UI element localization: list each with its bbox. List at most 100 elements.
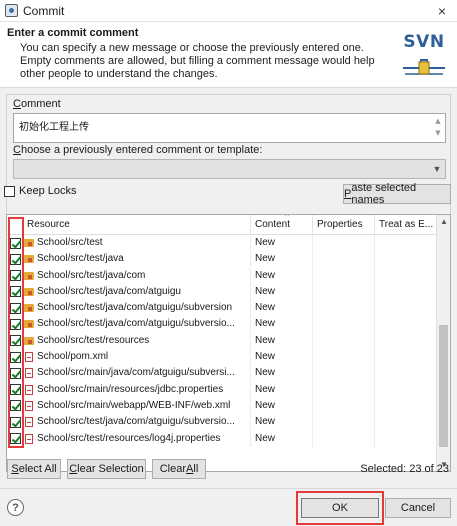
template-label: Choose a previously entered comment or t… (13, 144, 263, 156)
table-row[interactable]: School/src/main/resources/jdbc.propertie… (7, 381, 437, 398)
table-row[interactable]: School/src/test/java/com/atguigu New (7, 283, 437, 300)
row-checkbox[interactable] (10, 367, 21, 379)
clear-selection-button[interactable]: Clear Selection (67, 459, 146, 479)
resource-cell[interactable]: School/src/test/java/com/atguigu/subvers… (7, 414, 251, 431)
table-row[interactable]: School/src/test/resources New (7, 332, 437, 349)
paste-selected-names-button[interactable]: Paste selected names (343, 182, 451, 206)
resource-cell[interactable]: School/src/test (7, 235, 251, 251)
row-checkbox[interactable] (10, 286, 21, 298)
properties-cell (313, 414, 375, 431)
resource-cell[interactable]: School/src/test/java/com/atguigu (7, 283, 251, 300)
table-row[interactable]: School/src/test/java New (7, 251, 437, 268)
resource-path: School/src/main/resources/jdbc.propertie… (37, 383, 224, 395)
row-checkbox[interactable] (10, 351, 21, 363)
content-status: New (251, 316, 313, 333)
column-header-content[interactable]: Content (251, 215, 313, 235)
resource-table: Resource ^ Content Properties Treat as E… (6, 214, 451, 472)
content-status: New (251, 430, 313, 447)
file-icon (25, 352, 33, 363)
svn-logo-icon: SVN (399, 30, 449, 80)
scrollbar-thumb[interactable] (439, 325, 448, 447)
table-row[interactable]: School/src/test/java/com/atguigu/subvers… (7, 316, 437, 333)
content-status: New (251, 397, 313, 414)
table-row[interactable]: School/src/test/java/com/atguigu/subvers… (7, 300, 437, 317)
content-status: New (251, 365, 313, 382)
properties-cell (313, 235, 375, 251)
table-row[interactable]: School/src/test/java/com/atguigu/subvers… (7, 414, 437, 431)
folder-icon (23, 239, 34, 247)
resource-path: School/src/main/webapp/WEB-INF/web.xml (37, 399, 231, 411)
row-checkbox[interactable] (10, 400, 21, 412)
row-checkbox[interactable] (10, 237, 21, 249)
resource-cell[interactable]: School/src/test/java/com/atguigu/subvers… (7, 316, 251, 333)
treat-as-cell (375, 349, 437, 365)
keep-locks-box[interactable] (4, 185, 15, 197)
content-status: New (251, 235, 313, 251)
treat-as-cell (375, 235, 437, 251)
column-header-resource[interactable]: Resource (7, 215, 251, 235)
keep-locks-checkbox[interactable]: Keep Locks (4, 185, 76, 197)
treat-as-cell (375, 284, 437, 300)
resource-cell[interactable]: School/src/test/java (7, 251, 251, 268)
resource-path: School/src/test/java (37, 253, 124, 265)
properties-cell (313, 349, 375, 366)
close-button[interactable]: × (427, 0, 457, 22)
properties-cell (313, 283, 375, 300)
column-header-treat-as[interactable]: Treat as E... (375, 215, 437, 235)
select-all-button[interactable]: Select All (7, 459, 61, 479)
table-scrollbar[interactable]: ▲ ▼ (436, 215, 450, 471)
properties-cell (313, 381, 375, 398)
clear-all-button[interactable]: Clear All (152, 459, 206, 479)
table-row[interactable]: School/src/test/java/com New (7, 267, 437, 284)
table-row[interactable]: School/pom.xml New (7, 349, 437, 366)
main-area: Comment 初始化工程上传 ▲ ▼ Choose a previously e… (0, 88, 457, 488)
resource-cell[interactable]: School/pom.xml (7, 349, 251, 366)
comment-label: Comment (13, 98, 61, 110)
row-checkbox[interactable] (10, 416, 21, 428)
resource-cell[interactable]: School/src/test/resources (7, 332, 251, 349)
file-icon (25, 433, 33, 444)
properties-cell (313, 332, 375, 349)
cancel-button[interactable]: Cancel (385, 498, 451, 518)
properties-cell (313, 365, 375, 382)
resource-cell[interactable]: School/src/main/resources/jdbc.propertie… (7, 381, 251, 398)
comment-scroll-arrows[interactable]: ▲ ▼ (432, 115, 444, 141)
resource-cell[interactable]: School/src/main/java/com/atguigu/subvers… (7, 365, 251, 382)
row-checkbox[interactable] (10, 433, 21, 445)
resource-cell[interactable]: School/src/test/java/com/atguigu/subvers… (7, 300, 251, 317)
row-checkbox[interactable] (10, 302, 21, 314)
content-status: New (251, 251, 313, 268)
treat-as-cell (375, 398, 437, 414)
template-dropdown[interactable]: ▼ (13, 159, 446, 179)
resource-cell[interactable]: School/src/test/resources/log4j.properti… (7, 430, 251, 447)
chevron-down-icon[interactable]: ▼ (429, 160, 445, 178)
content-status: New (251, 414, 313, 431)
app-icon (5, 4, 18, 17)
treat-as-cell (375, 382, 437, 398)
content-status: New (251, 381, 313, 398)
row-checkbox[interactable] (10, 270, 21, 282)
resource-path: School/src/test/resources (37, 334, 150, 346)
resource-path: School/src/test/java/com/atguigu/subvers… (37, 416, 235, 428)
table-row[interactable]: School/src/test/resources/log4j.properti… (7, 430, 437, 447)
row-checkbox[interactable] (10, 384, 21, 396)
scroll-up-icon[interactable]: ▲ (437, 217, 450, 226)
folder-icon (23, 304, 34, 313)
row-checkbox[interactable] (10, 318, 21, 330)
comment-input[interactable]: 初始化工程上传 ▲ ▼ (13, 113, 446, 143)
resource-cell[interactable]: School/src/test/java/com (7, 267, 251, 284)
table-row[interactable]: School/src/main/java/com/atguigu/subvers… (7, 365, 437, 382)
file-icon (25, 400, 33, 411)
banner-description: You can specify a new message or choose … (20, 42, 375, 80)
table-row[interactable]: School/src/main/webapp/WEB-INF/web.xml Ne… (7, 397, 437, 414)
column-header-properties[interactable]: Properties (313, 215, 375, 235)
resource-cell[interactable]: School/src/main/webapp/WEB-INF/web.xml (7, 397, 251, 414)
help-icon[interactable]: ? (7, 499, 24, 516)
content-status: New (251, 300, 313, 317)
table-body: School/src/test New School/src/test/java Ne… (7, 235, 437, 447)
table-header: Resource ^ Content Properties Treat as E… (7, 215, 437, 235)
ok-button[interactable]: OK (301, 498, 379, 518)
row-checkbox[interactable] (10, 253, 21, 265)
row-checkbox[interactable] (10, 335, 21, 347)
table-row[interactable]: School/src/test New (7, 235, 437, 251)
